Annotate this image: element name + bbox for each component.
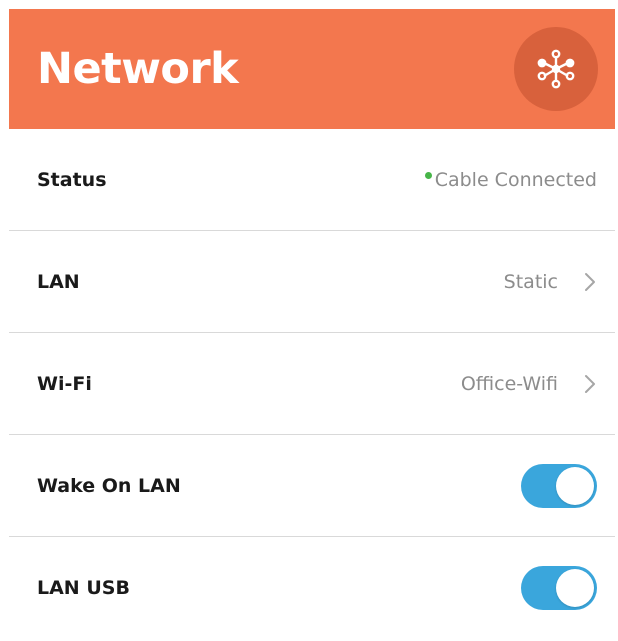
page-title: Network: [37, 44, 239, 94]
status-row: Status Cable Connected: [9, 129, 615, 231]
wake-on-lan-row: Wake On LAN: [9, 435, 615, 537]
lan-usb-label: LAN USB: [37, 577, 130, 599]
chevron-right-icon: [583, 373, 597, 395]
chevron-right-icon: [583, 271, 597, 293]
status-value: Cable Connected: [424, 168, 597, 191]
header: Network: [9, 9, 615, 129]
status-label: Status: [37, 168, 107, 191]
status-text: Cable Connected: [434, 168, 597, 191]
wake-on-lan-toggle[interactable]: [521, 463, 597, 508]
wifi-row[interactable]: Wi-Fi Office-Wifi: [9, 333, 615, 435]
network-settings-panel: Network Status Cable Connected LAN Stati…: [9, 9, 615, 641]
lan-value: Static: [503, 270, 558, 293]
lan-row[interactable]: LAN Static: [9, 231, 615, 333]
wifi-value: Office-Wifi: [460, 372, 558, 395]
network-badge: [514, 27, 598, 111]
toggle-knob: [556, 569, 594, 607]
wake-on-lan-label: Wake On LAN: [37, 474, 181, 497]
toggle-knob: [556, 466, 594, 505]
lan-usb-row: LAN USB: [9, 537, 615, 639]
network-nodes-icon: [537, 49, 575, 89]
lan-label: LAN: [37, 270, 80, 293]
connection-indicator-dot: [424, 172, 432, 179]
wifi-label: Wi-Fi: [37, 372, 92, 395]
lan-usb-toggle[interactable]: [521, 566, 597, 610]
